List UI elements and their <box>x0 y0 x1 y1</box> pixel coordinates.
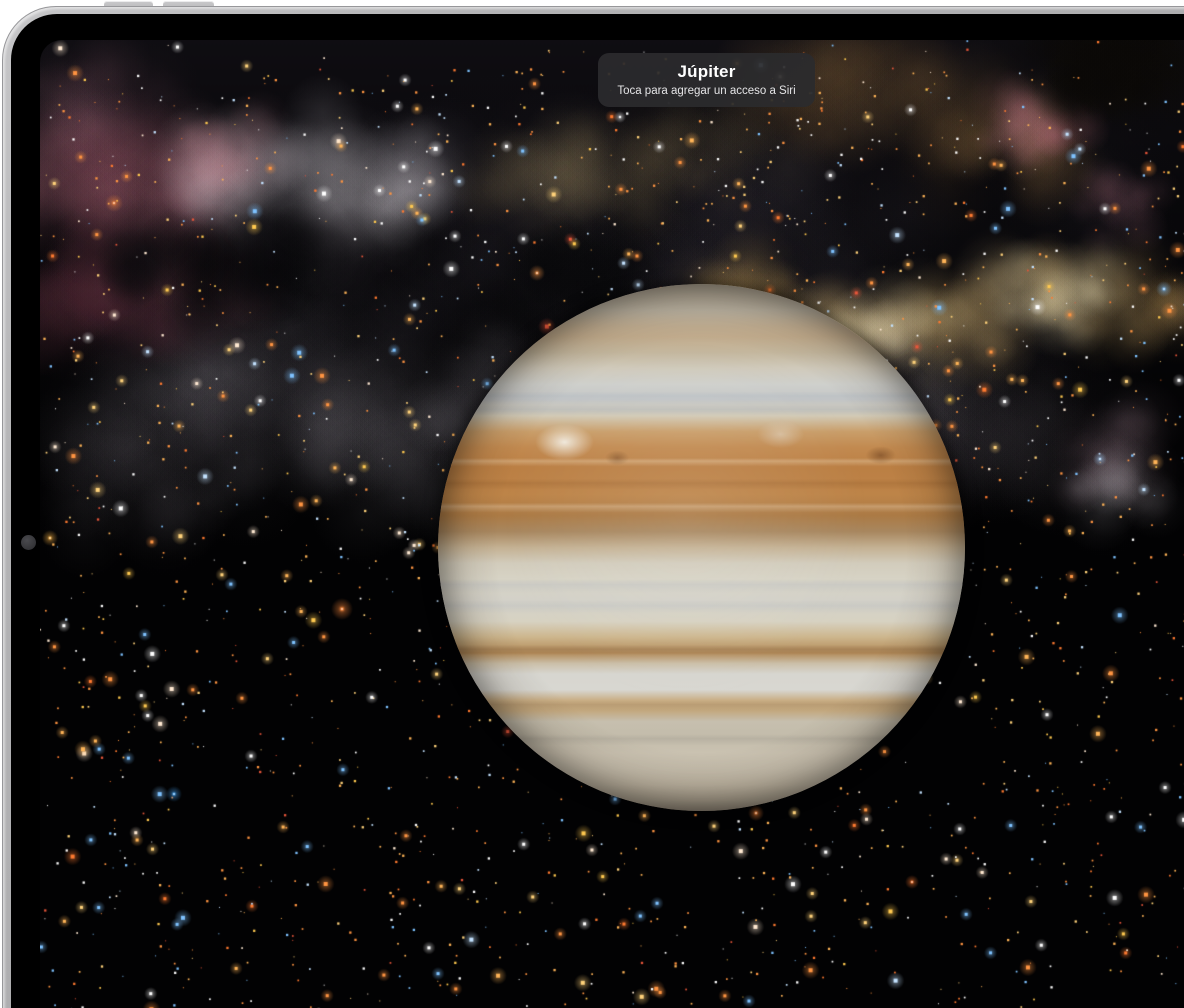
screen-bezel: Júpiter Toca para agregar un acceso a Si… <box>11 14 1184 1008</box>
siri-banner-title: Júpiter <box>608 62 805 82</box>
jupiter-planet <box>438 284 965 811</box>
page-background: Júpiter Toca para agregar un acceso a Si… <box>0 0 1184 1008</box>
siri-suggestion-banner[interactable]: Júpiter Toca para agregar un acceso a Si… <box>598 53 815 107</box>
device-frame: Júpiter Toca para agregar un acceso a Si… <box>2 6 1184 1008</box>
siri-banner-subtitle: Toca para agregar un acceso a Siri <box>608 85 805 98</box>
front-camera <box>21 535 36 550</box>
jupiter-limb-shading <box>438 284 965 811</box>
app-screen: Júpiter Toca para agregar un acceso a Si… <box>40 40 1184 1008</box>
